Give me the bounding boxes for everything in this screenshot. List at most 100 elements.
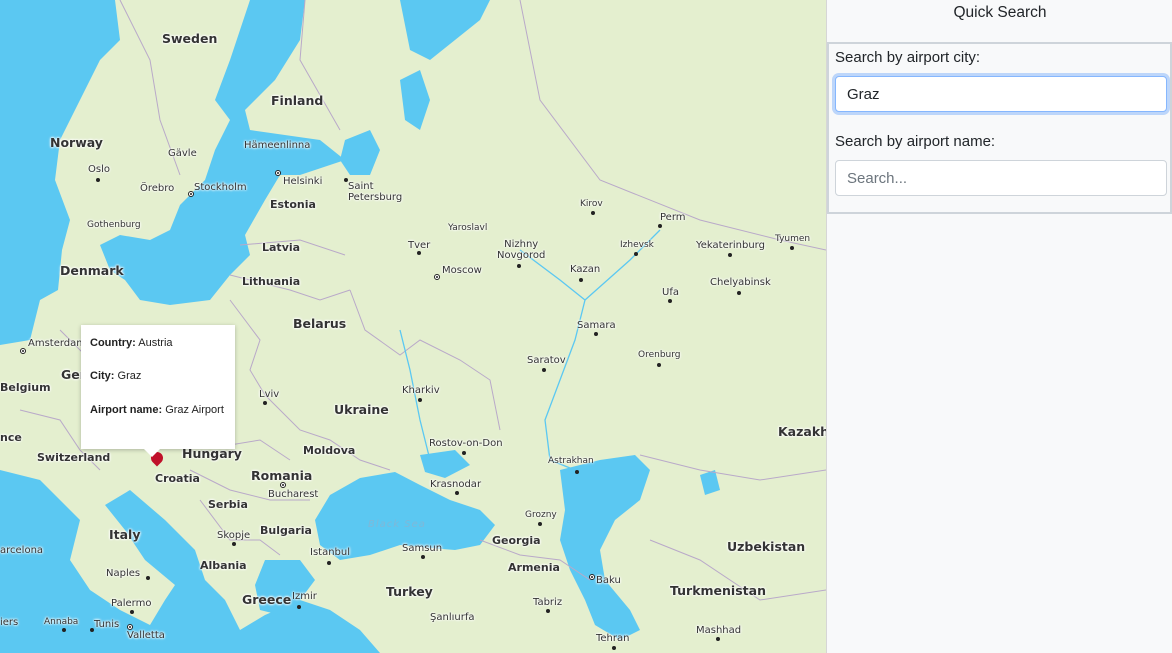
country-label-albania: Albania — [200, 559, 247, 572]
city-dot — [579, 278, 583, 282]
city-label-saint-petersburg: Saint Petersburg — [348, 181, 403, 203]
country-label-turkmenistan: Turkmenistan — [670, 583, 766, 598]
country-label-romania: Romania — [251, 468, 313, 483]
country-label-italy: Italy — [109, 527, 141, 542]
city-dot — [546, 609, 550, 613]
city-label-kazan: Kazan — [570, 264, 601, 275]
city-label-stockholm: Stockholm — [194, 182, 247, 193]
city-label-rostov-on-don: Rostov-on-Don — [429, 438, 503, 449]
city-dot — [130, 610, 134, 614]
map-view[interactable]: Sweden Finland Norway Estonia Latvia Den… — [0, 0, 826, 653]
city-dot — [657, 363, 661, 367]
popup-country-value: Austria — [138, 337, 173, 349]
city-dot — [538, 522, 542, 526]
popup-airport-value: Graz Airport — [165, 404, 224, 416]
country-label-ukraine: Ukraine — [334, 402, 389, 417]
capital-dot — [20, 348, 26, 354]
city-label-valletta: Valletta — [127, 630, 165, 641]
city-label-helsinki: Helsinki — [283, 176, 323, 187]
city-label-gavle: Gävle — [168, 148, 197, 159]
popup-airport-label: Airport name: — [90, 404, 163, 416]
city-dot — [668, 299, 672, 303]
city-dot — [297, 605, 301, 609]
city-label-izhevsk: Izhevsk — [620, 240, 654, 250]
country-label-serbia: Serbia — [208, 498, 248, 511]
city-dot — [421, 555, 425, 559]
country-label-switzerland: Switzerland — [37, 451, 111, 464]
country-label-kazakhstan: Kazakhs — [778, 424, 826, 439]
country-label-georgia: Georgia — [492, 534, 541, 547]
city-dot — [96, 178, 100, 182]
country-label-norway: Norway — [50, 135, 103, 150]
country-label-latvia: Latvia — [262, 241, 301, 254]
country-label-moldova: Moldova — [303, 444, 356, 457]
city-label-orenburg: Orenburg — [638, 350, 681, 360]
country-label-croatia: Croatia — [155, 472, 200, 485]
city-label-ufa: Ufa — [662, 287, 679, 298]
city-label-saratov: Saratov — [527, 355, 566, 366]
airport-popup: Country: Austria City: Graz Airport name… — [81, 325, 235, 449]
city-label-oslo: Oslo — [88, 164, 110, 175]
city-label-krasnodar: Krasnodar — [430, 479, 482, 490]
name-search-label: Search by airport name: — [835, 133, 996, 150]
city-label-naples: Naples — [106, 568, 141, 579]
city-dot — [417, 251, 421, 255]
city-dot — [591, 211, 595, 215]
city-dot — [658, 224, 662, 228]
quick-search-panel: Quick Search Search by airport city: Sea… — [826, 0, 1172, 653]
city-dot — [790, 246, 794, 250]
city-label-orebro: Örebro — [140, 183, 175, 194]
city-label-algiers: iers — [0, 617, 19, 628]
city-label-kharkiv: Kharkiv — [402, 385, 440, 396]
city-label-barcelona: arcelona — [0, 545, 44, 556]
popup-country-label: Country: — [90, 337, 136, 349]
country-label-denmark: Denmark — [60, 263, 124, 278]
country-label-turkey: Turkey — [386, 584, 433, 599]
water-label-black-sea: Black Sea — [368, 519, 426, 530]
city-label-skopje: Skopje — [217, 530, 251, 541]
city-search-label: Search by airport city: — [835, 49, 981, 66]
city-dot — [634, 252, 638, 256]
country-label-lithuania: Lithuania — [242, 275, 301, 288]
country-label-bulgaria: Bulgaria — [260, 524, 312, 537]
city-label-mashhad: Mashhad — [696, 625, 742, 636]
city-label-samsun: Samsun — [402, 543, 443, 554]
city-label-bucharest: Bucharest — [268, 489, 319, 500]
city-dot — [455, 491, 459, 495]
capital-dot — [434, 274, 440, 280]
city-search-input[interactable] — [835, 76, 1167, 112]
city-label-astrakhan: Astrakhan — [548, 456, 594, 466]
city-label-tver: Tver — [408, 240, 431, 251]
country-label-armenia: Armenia — [508, 561, 560, 574]
city-dot — [232, 542, 236, 546]
popup-tip — [144, 449, 160, 457]
city-dot — [462, 451, 466, 455]
city-label-samara: Samara — [577, 320, 616, 331]
capital-dot — [589, 574, 595, 580]
city-label-lviv: Lviv — [259, 389, 280, 400]
capital-dot — [275, 170, 281, 176]
city-dot — [737, 291, 741, 295]
popup-airport-row: Airport name: Graz Airport — [90, 404, 224, 416]
city-dot — [327, 561, 331, 565]
city-dot — [716, 637, 720, 641]
country-label-belgium: Belgium — [0, 381, 51, 394]
city-dot — [575, 470, 579, 474]
country-label-belarus: Belarus — [293, 316, 347, 331]
country-label-greece: Greece — [242, 592, 292, 607]
city-dot — [263, 401, 267, 405]
city-dot — [542, 368, 546, 372]
city-label-hameenlinna: Hämeenlinna — [244, 140, 311, 151]
city-label-annaba: Annaba — [44, 617, 79, 627]
country-label-france: nce — [0, 431, 22, 444]
city-label-moscow: Moscow — [442, 265, 482, 276]
name-search-input[interactable] — [835, 160, 1167, 196]
city-dot — [612, 646, 616, 650]
city-label-istanbul: Istanbul — [310, 547, 351, 558]
panel-title: Quick Search — [953, 4, 1047, 21]
capital-dot — [280, 482, 286, 488]
popup-country-row: Country: Austria — [90, 337, 173, 349]
city-dot — [146, 576, 150, 580]
city-label-grozny: Grozny — [525, 510, 557, 520]
city-label-yaroslavl: Yaroslavl — [448, 223, 488, 233]
